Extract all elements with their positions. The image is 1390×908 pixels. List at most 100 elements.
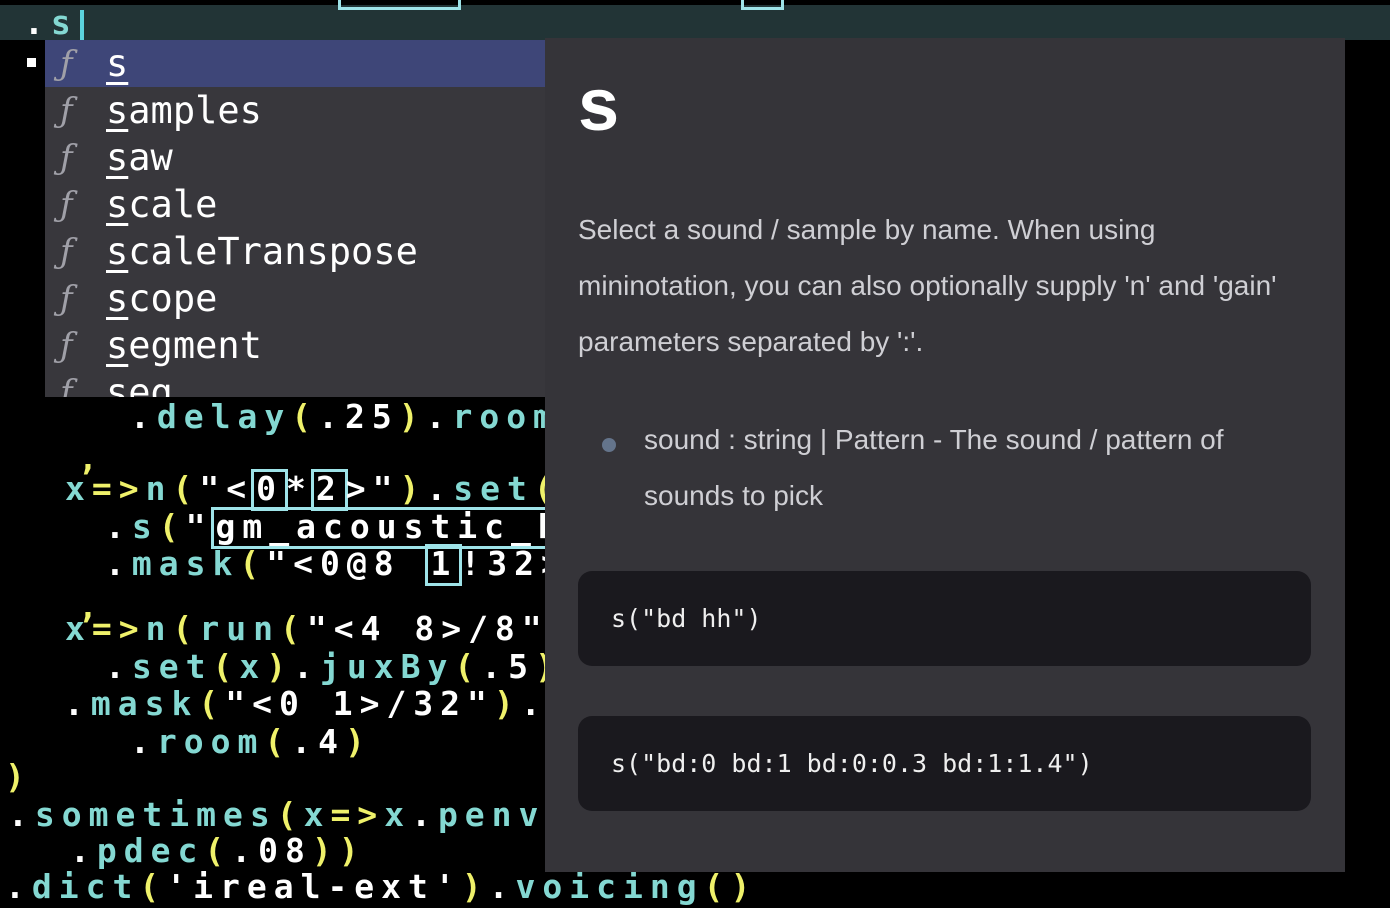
code-token: sometimes xyxy=(35,795,277,834)
code-token: . xyxy=(24,3,51,42)
doc-description: Select a sound / sample by name. When us… xyxy=(578,202,1283,370)
code-token: . xyxy=(130,722,157,761)
code-token: set xyxy=(132,647,213,686)
code-token: ) xyxy=(400,469,427,508)
completion-item-saw[interactable]: ƒsaw xyxy=(45,134,545,181)
code-token: .25 xyxy=(318,397,399,436)
code-token: n xyxy=(146,469,173,508)
completion-label: scale xyxy=(106,183,217,226)
completion-label: samples xyxy=(106,89,262,132)
code-token: room xyxy=(452,397,559,436)
code-token: voicing xyxy=(516,867,704,906)
code-token: set xyxy=(453,469,534,508)
code-token: ( xyxy=(204,831,231,870)
code-token: ) xyxy=(266,647,293,686)
code-line[interactable]: x=>n(run("<4 8>/8" xyxy=(65,612,549,645)
code-line[interactable]: .set(x).juxBy(.5) xyxy=(105,650,562,683)
code-token: . xyxy=(489,867,516,906)
code-token: >" xyxy=(346,469,400,508)
autocomplete-dropdown[interactable]: ƒsƒsamplesƒsawƒscaleƒscaleTransposeƒscop… xyxy=(45,40,545,397)
active-line[interactable]: .s xyxy=(24,6,84,40)
doc-param-text: sound : string | Pattern - The sound / p… xyxy=(644,412,1309,524)
code-token: ( xyxy=(291,397,318,436)
code-token: ) xyxy=(5,757,32,796)
completion-item-samples[interactable]: ƒsamples xyxy=(45,87,545,134)
code-token: => xyxy=(92,609,146,648)
code-token: "<0 1>/32" xyxy=(225,684,494,723)
code-token: !32 xyxy=(460,544,541,583)
code-token: ) xyxy=(399,397,426,436)
function-icon: ƒ xyxy=(60,373,96,398)
code-line[interactable]: .delay(.25).room( xyxy=(130,400,587,433)
function-icon: ƒ xyxy=(60,185,96,225)
code-token: ( xyxy=(173,609,200,648)
code-line[interactable]: .mask("<0 1>/32"). xyxy=(64,687,548,720)
code-token: . xyxy=(426,469,453,508)
code-token: ( xyxy=(454,647,481,686)
code-token: "<4 8>/8" xyxy=(307,609,549,648)
code-token: . xyxy=(293,647,320,686)
code-token: x xyxy=(304,795,331,834)
completion-label: s xyxy=(106,42,128,85)
completion-item-scale[interactable]: ƒscale xyxy=(45,181,545,228)
function-icon: ƒ xyxy=(60,232,96,272)
code-token: pdec xyxy=(97,831,204,870)
code-token: ( xyxy=(239,544,266,583)
function-icon: ƒ xyxy=(60,44,96,84)
code-token: . xyxy=(426,397,453,436)
code-token: ) xyxy=(345,722,372,761)
code-token: () xyxy=(704,867,758,906)
code-token: x xyxy=(65,609,92,648)
code-token: . xyxy=(411,795,438,834)
code-token: n xyxy=(146,609,173,648)
code-line[interactable]: .sometimes(x=>x.penv( xyxy=(8,798,572,831)
code-token: => xyxy=(330,795,384,834)
function-icon: ƒ xyxy=(60,138,96,178)
function-icon: ƒ xyxy=(60,91,96,131)
code-token: ( xyxy=(198,684,225,723)
completion-item-segment[interactable]: ƒsegment xyxy=(45,322,545,369)
code-token: room xyxy=(157,722,264,761)
code-token: . xyxy=(105,544,132,583)
completion-item-s[interactable]: ƒs xyxy=(45,40,545,87)
highlighted-event-token: 2 xyxy=(311,469,348,511)
code-token: . xyxy=(105,507,132,546)
completion-label: scope xyxy=(106,277,217,320)
function-icon: ƒ xyxy=(60,326,96,366)
code-token: x xyxy=(384,795,411,834)
code-token: "< xyxy=(199,469,253,508)
code-token: s xyxy=(51,3,78,42)
code-line[interactable]: .pdec(.08)) xyxy=(70,834,366,867)
code-token: x xyxy=(239,647,266,686)
code-token: 'ireal-ext' xyxy=(166,867,462,906)
highlighted-event-token: 1 xyxy=(425,544,462,586)
bullet-icon xyxy=(602,438,616,452)
code-token: . xyxy=(105,647,132,686)
code-token: ) xyxy=(494,684,521,723)
code-token: delay xyxy=(157,397,291,436)
completion-item-seg[interactable]: ƒseg xyxy=(45,369,545,397)
completion-label: segment xyxy=(106,324,262,367)
code-line[interactable]: .dict('ireal-ext').voicing() xyxy=(5,870,757,903)
code-token: mask xyxy=(132,544,239,583)
completion-label: saw xyxy=(106,136,173,179)
completion-item-scaleTranspose[interactable]: ƒscaleTranspose xyxy=(45,228,545,275)
code-token: run xyxy=(199,609,280,648)
code-token: . xyxy=(521,684,548,723)
code-token: => xyxy=(92,469,146,508)
code-token: " xyxy=(186,507,213,546)
code-line[interactable]: ) xyxy=(5,760,32,793)
completion-label: scaleTranspose xyxy=(106,230,418,273)
code-token: ( xyxy=(277,795,304,834)
active-line-highlight xyxy=(0,5,1390,40)
highlighted-event-token: 0 xyxy=(251,469,288,511)
completion-item-scope[interactable]: ƒscope xyxy=(45,275,545,322)
function-icon: ƒ xyxy=(60,279,96,319)
code-token: ( xyxy=(212,647,239,686)
code-token: . xyxy=(130,397,157,436)
code-token: x xyxy=(65,469,92,508)
code-line[interactable]: .room(.4) xyxy=(130,725,372,758)
code-line[interactable]: x=>n("<0*2>").set( xyxy=(65,469,561,511)
code-token: s xyxy=(132,507,159,546)
code-token: * xyxy=(286,469,313,508)
